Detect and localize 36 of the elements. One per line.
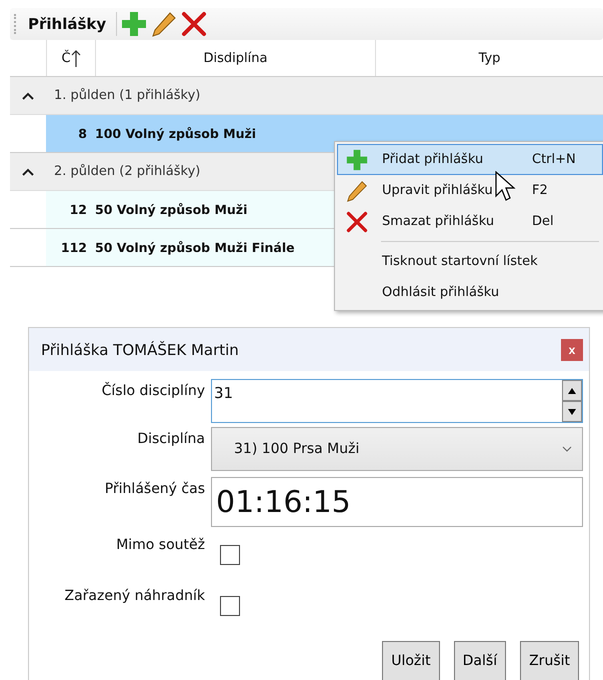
chevron-icon: [21, 90, 35, 100]
number-cell: 112: [46, 229, 95, 266]
cross-icon: [181, 11, 208, 37]
number-cell: 12: [46, 191, 95, 228]
dialog-button[interactable]: Zrušit: [520, 641, 579, 680]
chevron-icon: [562, 446, 572, 452]
dialog-title: Přihláška TOMÁŠEK Martin: [41, 340, 239, 358]
group-header: 1. půlden (1 přihlášky): [53, 88, 202, 103]
column-header[interactable]: Typ: [375, 40, 603, 76]
discipline-cell: 100 Volný způsob Muži: [95, 115, 375, 152]
checkbox[interactable]: [220, 545, 240, 565]
toolbar-title: Přihlášky: [27, 15, 108, 33]
group-header: 2. půlden (2 přihlášky): [53, 164, 202, 179]
field-label: Disciplína: [136, 430, 205, 449]
dialog-button[interactable]: Uložit: [382, 641, 440, 680]
menu-item[interactable]: Odhlásit přihlášku: [337, 277, 603, 308]
pencil-icon: [346, 180, 368, 202]
plus-icon: [346, 148, 368, 170]
column-header[interactable]: Č: [46, 40, 95, 76]
cross-icon: [346, 210, 368, 232]
time-input[interactable]: 01:16:15: [211, 477, 583, 527]
checkbox[interactable]: [220, 596, 240, 616]
field-label: Zařazený náhradník: [64, 587, 205, 606]
menu-item[interactable]: Přidat přihlášku Ctrl+N: [337, 144, 603, 175]
field-label: Přihlášený čas: [104, 480, 205, 499]
column-header[interactable]: Disdiplína: [95, 40, 375, 76]
plus-icon: [121, 11, 148, 37]
pencil-icon: [151, 11, 178, 37]
discipline-dropdown[interactable]: 31) 100 Prsa Muži: [211, 427, 583, 471]
chevron-icon: [21, 166, 35, 176]
sort-arrow-icon: [70, 49, 81, 67]
field-label: Číslo disciplíny: [100, 381, 205, 401]
dialog-button[interactable]: Další: [454, 641, 506, 680]
field-label: Mimo soutěž: [115, 536, 205, 555]
number-cell: 8: [46, 115, 95, 152]
close-button[interactable]: x: [561, 338, 583, 360]
